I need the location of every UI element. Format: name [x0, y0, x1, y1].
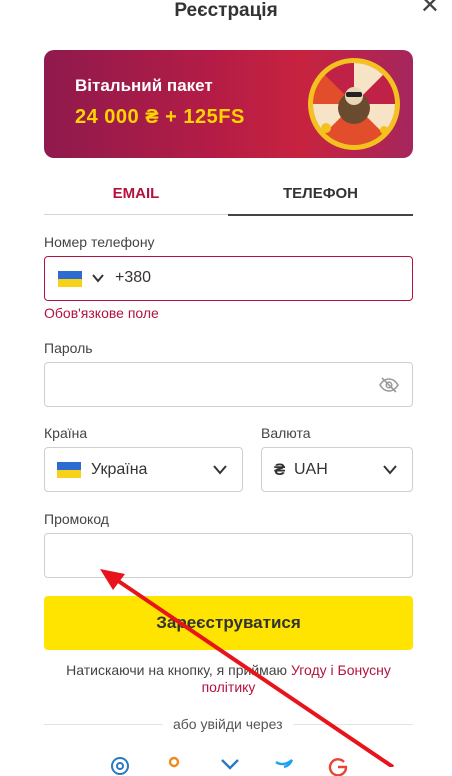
currency-label: Валюта — [261, 425, 311, 441]
banner-title: Вітальний пакет — [75, 76, 213, 95]
phone-code: +380 — [115, 269, 152, 286]
close-icon[interactable]: ✕ — [420, 0, 440, 18]
country-label: Країна — [44, 425, 88, 441]
password-label: Пароль — [44, 340, 93, 356]
twitter-icon[interactable] — [274, 756, 294, 776]
page-title: Реєстрація — [174, 0, 278, 21]
promo-field[interactable] — [44, 533, 413, 578]
country-select[interactable]: Україна — [44, 447, 243, 492]
country-value: Україна — [91, 461, 148, 478]
flag-ua-icon — [58, 271, 82, 287]
banner-bonus: 24 000 ₴ + 125FS — [75, 106, 245, 128]
modal-header: Реєстрація ✕ — [0, 0, 452, 34]
tab-phone[interactable]: ТЕЛЕФОН — [228, 174, 413, 216]
phone-field[interactable]: +380 — [44, 256, 413, 301]
divider-text: або увійди через — [163, 716, 293, 732]
hryvnia-icon: ₴ — [274, 460, 286, 479]
chevron-down-icon[interactable] — [383, 465, 397, 475]
currency-select[interactable]: ₴ UAH — [261, 447, 413, 492]
promo-label: Промокод — [44, 511, 109, 527]
fortune-wheel-icon — [308, 58, 400, 150]
currency-value: UAH — [294, 461, 328, 478]
chevron-down-icon[interactable] — [92, 274, 104, 283]
vk-icon[interactable] — [220, 756, 240, 776]
register-button[interactable]: Зареєструватися — [44, 596, 413, 650]
odnoklassniki-icon[interactable] — [164, 756, 184, 776]
tab-email[interactable]: EMAIL — [44, 174, 228, 215]
google-icon[interactable] — [328, 756, 348, 776]
chevron-down-icon[interactable] — [213, 465, 227, 475]
phone-label: Номер телефону — [44, 234, 155, 250]
terms-prefix: Натискаючи на кнопку, я приймаю — [66, 662, 291, 678]
welcome-banner[interactable]: Вітальний пакет 24 000 ₴ + 125FS — [44, 50, 413, 158]
password-field[interactable] — [44, 362, 413, 407]
terms-text: Натискаючи на кнопку, я приймаю Угоду і … — [44, 662, 413, 696]
registration-tabs: EMAIL ТЕЛЕФОН — [44, 174, 413, 216]
eye-off-icon[interactable] — [379, 377, 399, 393]
flag-ua-icon — [57, 462, 81, 478]
instagram-icon[interactable] — [110, 756, 130, 776]
phone-error: Обов'язкове поле — [44, 305, 159, 321]
